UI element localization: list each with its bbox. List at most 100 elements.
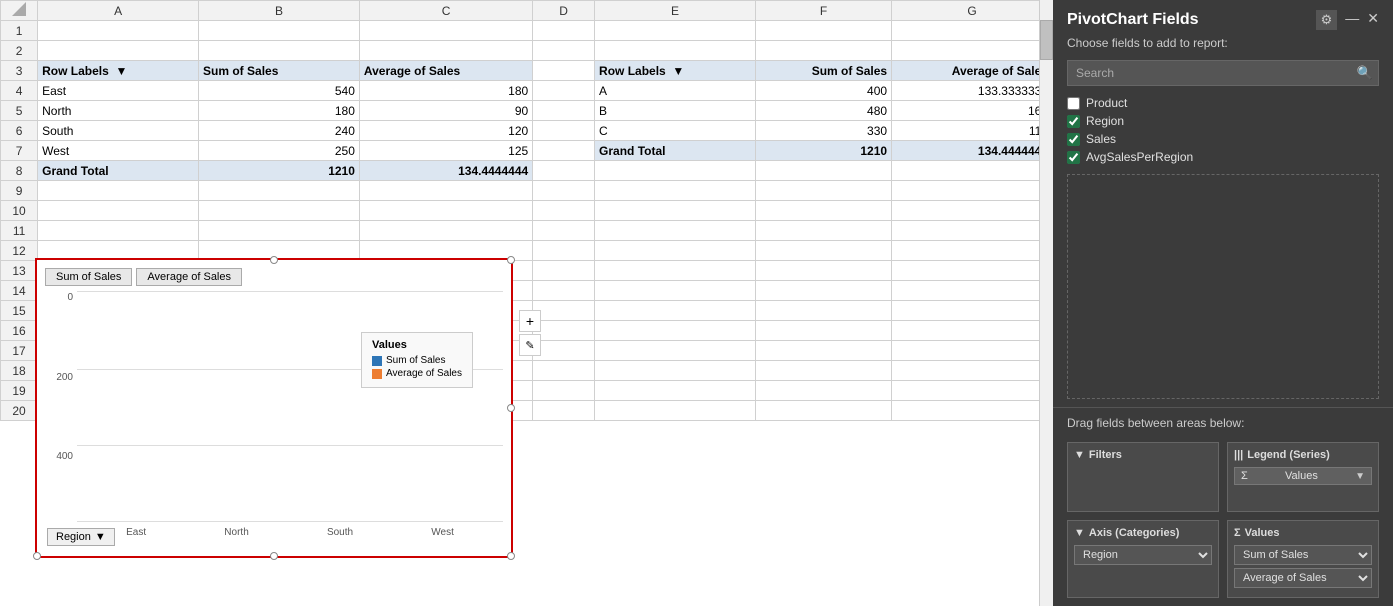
cell-e8[interactable] xyxy=(595,161,756,181)
chart-icon-plus[interactable]: + xyxy=(519,310,541,332)
cell-f5[interactable]: 480 xyxy=(755,101,891,121)
cell-e7[interactable]: Grand Total xyxy=(595,141,756,161)
resize-handle-right[interactable] xyxy=(507,404,515,412)
cell-g8[interactable] xyxy=(892,161,1053,181)
cell-a3[interactable]: Row Labels ▼ xyxy=(38,61,199,81)
cell-e5[interactable]: B xyxy=(595,101,756,121)
cell-f6[interactable]: 330 xyxy=(755,121,891,141)
cell-f1[interactable] xyxy=(755,21,891,41)
cell-d4[interactable] xyxy=(533,81,595,101)
col-d-header[interactable]: D xyxy=(533,1,595,21)
cell-a6[interactable]: South xyxy=(38,121,199,141)
pivot-chart[interactable]: + ✎ Sum of Sales Average of Sales 600 40… xyxy=(35,258,513,558)
cell-c1[interactable] xyxy=(359,21,532,41)
cell-g5[interactable]: 160 xyxy=(892,101,1053,121)
col-b-header[interactable]: B xyxy=(199,1,360,21)
area-values-header: Σ Values xyxy=(1234,527,1372,539)
row-num: 9 xyxy=(1,181,38,201)
field-checkbox-product[interactable] xyxy=(1067,97,1080,110)
cell-c7[interactable]: 125 xyxy=(359,141,532,161)
cell-d3[interactable] xyxy=(533,61,595,81)
settings-icon[interactable]: ⚙ xyxy=(1316,10,1338,30)
chart-legend: Values Sum of Sales Average of Sales xyxy=(361,332,473,388)
cell-c6[interactable]: 120 xyxy=(359,121,532,141)
cell-a4[interactable]: East xyxy=(38,81,199,101)
values-avg-dropdown[interactable]: Average of Sales xyxy=(1234,568,1372,588)
field-checkbox-region[interactable] xyxy=(1067,115,1080,128)
cell-f4[interactable]: 400 xyxy=(755,81,891,101)
area-values-label: Values xyxy=(1245,527,1280,539)
legend-dropdown-icon[interactable]: ▼ xyxy=(1355,471,1365,482)
region-filter-button[interactable]: Region ▼ xyxy=(47,528,115,546)
cell-g2[interactable] xyxy=(892,41,1053,61)
resize-handle-bottomleft[interactable] xyxy=(33,552,41,560)
cell-f8[interactable] xyxy=(755,161,891,181)
col-a-header[interactable]: A xyxy=(38,1,199,21)
cell-g7[interactable]: 134.4444444 xyxy=(892,141,1053,161)
resize-handle-bottomright[interactable] xyxy=(507,552,515,560)
cell-c3[interactable]: Average of Sales xyxy=(359,61,532,81)
panel-subtitle: Choose fields to add to report: xyxy=(1053,36,1393,56)
field-label-region: Region xyxy=(1086,114,1124,128)
cell-b1[interactable] xyxy=(199,21,360,41)
cell-g3[interactable]: Average of Sales xyxy=(892,61,1053,81)
col-f-header[interactable]: F xyxy=(755,1,891,21)
axis-region-dropdown[interactable]: Region xyxy=(1074,545,1212,565)
cell-b7[interactable]: 250 xyxy=(199,141,360,161)
cell-d7[interactable] xyxy=(533,141,595,161)
vertical-scrollbar[interactable] xyxy=(1039,0,1053,606)
chart-tab-sum[interactable]: Sum of Sales xyxy=(45,268,132,286)
cell-b5[interactable]: 180 xyxy=(199,101,360,121)
cell-g1[interactable] xyxy=(892,21,1053,41)
cell-f2[interactable] xyxy=(755,41,891,61)
close-icon[interactable]: ✕ xyxy=(1367,10,1379,30)
field-item-sales: Sales xyxy=(1067,130,1379,148)
cell-c2[interactable] xyxy=(359,41,532,61)
cell-b3[interactable]: Sum of Sales xyxy=(199,61,360,81)
cell-a7[interactable]: West xyxy=(38,141,199,161)
cell-g4[interactable]: 133.3333333 xyxy=(892,81,1053,101)
cell-d6[interactable] xyxy=(533,121,595,141)
field-checkbox-avgsalesperregion[interactable] xyxy=(1067,151,1080,164)
cell-a1[interactable] xyxy=(38,21,199,41)
area-filters: ▼ Filters xyxy=(1067,442,1219,512)
cell-c8[interactable]: 134.4444444 xyxy=(359,161,532,181)
chart-icon-brush[interactable]: ✎ xyxy=(519,334,541,356)
cell-d2[interactable] xyxy=(533,41,595,61)
resize-handle-top[interactable] xyxy=(270,256,278,264)
col-g-header[interactable]: G xyxy=(892,1,1053,21)
cell-a5[interactable]: North xyxy=(38,101,199,121)
cell-e4[interactable]: A xyxy=(595,81,756,101)
cell-b8[interactable]: 1210 xyxy=(199,161,360,181)
cell-f7[interactable]: 1210 xyxy=(755,141,891,161)
cell-e1[interactable] xyxy=(595,21,756,41)
cell-d1[interactable] xyxy=(533,21,595,41)
cell-d5[interactable] xyxy=(533,101,595,121)
search-input[interactable] xyxy=(1067,60,1379,86)
minimize-icon[interactable]: — xyxy=(1345,10,1359,30)
chart-tab-avg[interactable]: Average of Sales xyxy=(136,268,242,286)
cell-a2[interactable] xyxy=(38,41,199,61)
cell-c4[interactable]: 180 xyxy=(359,81,532,101)
field-label-avgsalesperregion: AvgSalesPerRegion xyxy=(1086,150,1193,164)
scroll-thumb[interactable] xyxy=(1040,20,1053,60)
values-sum-dropdown[interactable]: Sum of Sales xyxy=(1234,545,1372,565)
cell-e3[interactable]: Row Labels ▼ xyxy=(595,61,756,81)
cell-c5[interactable]: 90 xyxy=(359,101,532,121)
cell-e6[interactable]: C xyxy=(595,121,756,141)
field-checkbox-sales[interactable] xyxy=(1067,133,1080,146)
row-num-5: 5 xyxy=(1,101,38,121)
cell-b4[interactable]: 540 xyxy=(199,81,360,101)
col-c-header[interactable]: C xyxy=(359,1,532,21)
resize-handle-topright[interactable] xyxy=(507,256,515,264)
col-e-header[interactable]: E xyxy=(595,1,756,21)
resize-handle-bottom[interactable] xyxy=(270,552,278,560)
cell-g6[interactable]: 110 xyxy=(892,121,1053,141)
field-label-product: Product xyxy=(1086,96,1127,110)
cell-b2[interactable] xyxy=(199,41,360,61)
cell-e2[interactable] xyxy=(595,41,756,61)
cell-d8[interactable] xyxy=(533,161,595,181)
cell-b6[interactable]: 240 xyxy=(199,121,360,141)
cell-f3[interactable]: Sum of Sales xyxy=(755,61,891,81)
cell-a8[interactable]: Grand Total xyxy=(38,161,199,181)
